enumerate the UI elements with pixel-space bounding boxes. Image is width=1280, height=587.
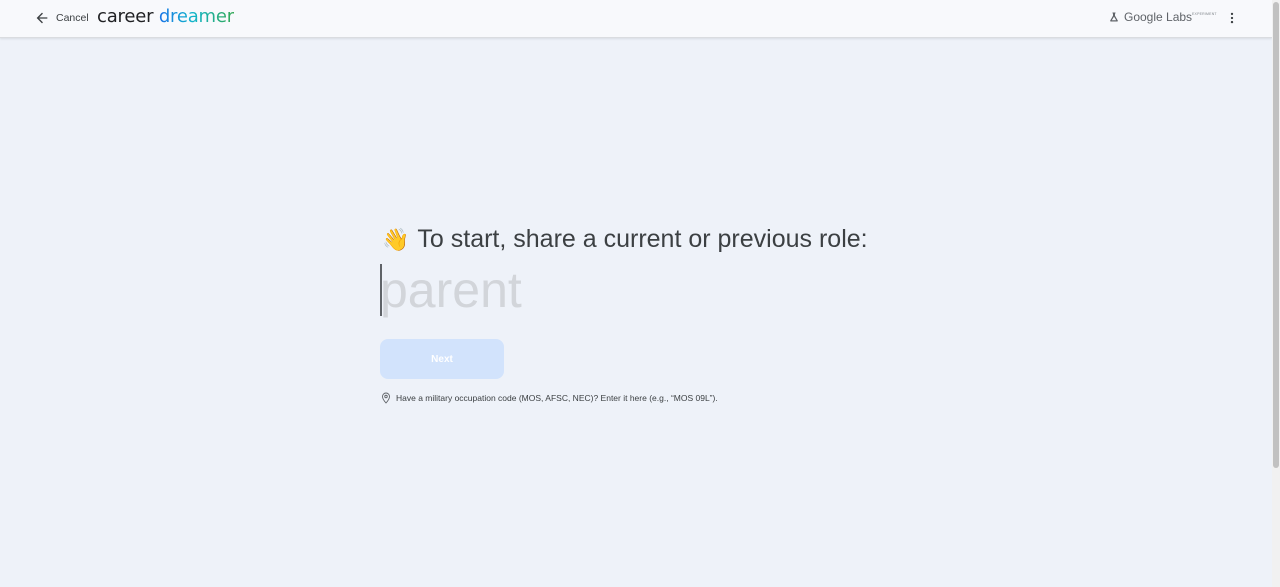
top-bar: Cancel career dreamer Google Labs EXPERI… <box>0 0 1272 38</box>
labs-flask-icon <box>1110 12 1118 22</box>
career-dreamer-logo: career dreamer <box>97 6 234 27</box>
text-caret <box>380 264 382 316</box>
vertical-scrollbar[interactable] <box>1272 0 1280 587</box>
arrow-back-icon[interactable] <box>34 10 50 26</box>
waving-hand-icon: 👋 <box>382 226 410 252</box>
scrollbar-thumb[interactable] <box>1273 2 1279 468</box>
hint-text: Have a military occupation code (MOS, AF… <box>396 393 718 403</box>
next-button[interactable]: Next <box>380 339 504 379</box>
location-pin-icon <box>382 392 390 404</box>
role-prompt: 👋 To start, share a current or previous … <box>382 225 868 254</box>
brand-word-career: career <box>97 6 154 27</box>
experiment-badge: EXPERIMENT <box>1192 12 1217 16</box>
brand-word-dreamer: dreamer <box>158 6 234 27</box>
prompt-heading: To start, share a current or previous ro… <box>417 225 868 253</box>
google-labs-label[interactable]: Google Labs <box>1124 10 1192 24</box>
more-vert-icon[interactable] <box>1225 11 1239 25</box>
military-code-hint: Have a military occupation code (MOS, AF… <box>381 392 718 404</box>
role-input[interactable] <box>380 262 900 318</box>
cancel-link[interactable]: Cancel <box>56 12 89 24</box>
